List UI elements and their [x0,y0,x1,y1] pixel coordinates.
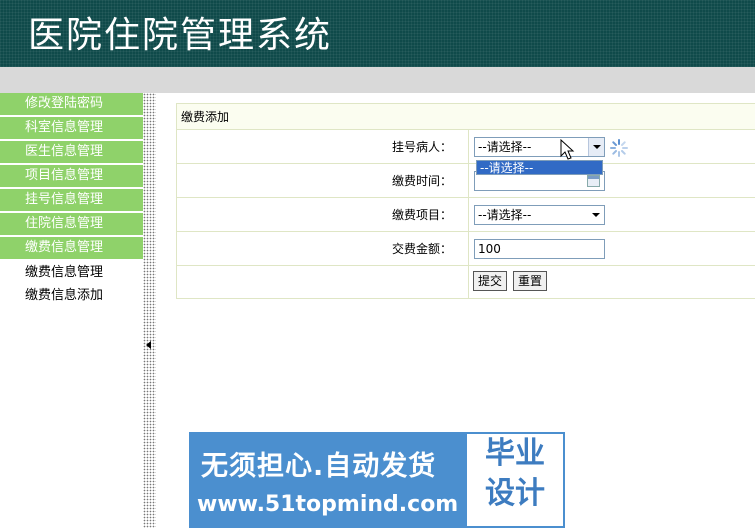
form-row-patient: 挂号病人： --请选择-- [177,130,755,164]
sidebar-splitter[interactable] [143,93,156,528]
payment-add-form: 缴费添加 挂号病人： --请选择-- 缴费时间： 缴费项目： --请选择-- 交… [176,103,755,299]
patient-label: 挂号病人： [177,130,469,163]
badge-line-2: 设计 [485,476,545,511]
submenu-payment-list[interactable]: 缴费信息管理 [0,261,143,284]
sidebar: 修改登陆密码 科室信息管理 医生信息管理 项目信息管理 挂号信息管理 住院信息管… [0,93,143,528]
menu-payment-management[interactable]: 缴费信息管理 [0,237,143,259]
calendar-icon[interactable] [587,175,600,187]
form-row-time: 缴费时间： [177,164,755,198]
toolbar-strip [0,67,755,93]
ad-banner[interactable]: 无须担心.自动发货 www.51topmind.com 毕业 设计 [189,432,565,528]
amount-label: 交费金额： [177,232,469,265]
mouse-pointer-icon [560,139,575,160]
payment-item-value: --请选择-- [478,208,532,222]
submit-button[interactable]: 提交 [473,271,508,291]
form-title: 缴费添加 [177,104,755,130]
loading-spinner-icon [610,139,628,157]
badge-line-1: 毕业 [485,436,545,471]
time-label: 缴费时间： [177,164,469,197]
form-row-amount: 交费金额： 100 [177,232,755,266]
banner-url: www.51topmind.com [197,492,459,517]
reset-button[interactable]: 重置 [513,271,548,291]
menu-doctor-management[interactable]: 医生信息管理 [0,141,143,163]
menu-registration-management[interactable]: 挂号信息管理 [0,189,143,211]
menu-project-management[interactable]: 项目信息管理 [0,165,143,187]
app-header: 医院住院管理系统 [0,0,755,67]
chevron-down-icon[interactable] [588,138,604,156]
submenu-payment-add[interactable]: 缴费信息添加 [0,284,143,307]
amount-field[interactable]: 100 [474,239,605,259]
form-row-actions: 提交 重置 [177,266,755,298]
menu-inpatient-management[interactable]: 住院信息管理 [0,213,143,235]
menu-department-management[interactable]: 科室信息管理 [0,117,143,139]
menu-change-password[interactable]: 修改登陆密码 [0,93,143,115]
app-title: 医院住院管理系统 [28,15,333,56]
payment-item-select[interactable]: --请选择-- [474,205,605,225]
banner-badge: 毕业 设计 [465,432,565,528]
form-row-item: 缴费项目： --请选择-- [177,198,755,232]
patient-dropdown-option[interactable]: --请选择-- [476,160,603,175]
patient-select-value: --请选择-- [478,140,532,154]
banner-slogan: 无须担心.自动发货 [201,451,437,482]
collapse-arrow-icon[interactable] [146,341,151,349]
chevron-down-icon[interactable] [588,206,604,224]
item-label: 缴费项目： [177,198,469,231]
patient-select[interactable]: --请选择-- [474,137,605,157]
